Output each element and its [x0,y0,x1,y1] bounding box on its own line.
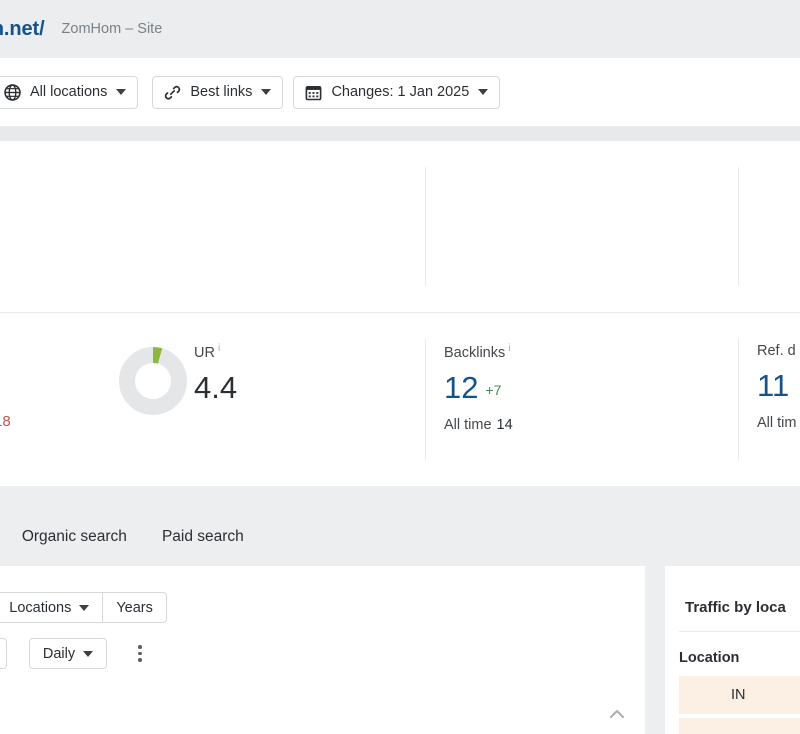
calendar-icon [305,84,322,101]
traffic-by-location-title: Traffic by loca [685,599,786,616]
metrics-row-organic: UR i 4.4 Backlinks i 12 +7 All time 14 Ref. … [0,141,800,433]
changes-date-label: Changes: 1 Jan 2025 [331,84,470,100]
chevron-down-icon [261,89,272,95]
metrics-row-paid: Paid search Traffici 76K+9.1K Value$13.1… [0,312,800,734]
granularity-dropdown[interactable]: Daily [30,639,106,668]
chevron-up-icon[interactable] [605,702,629,726]
metrics-vertical-divider [425,167,426,286]
metrics-vertical-divider [738,167,739,286]
range-all-button[interactable]: All [0,639,6,668]
tab-organic-search[interactable]: Organic search [22,528,127,546]
site-url[interactable]: hom.net/ [0,18,45,41]
site-name-label: ZomHom – Site [61,21,163,37]
years-button[interactable]: Years [103,593,166,622]
all-locations-label: All locations [30,84,108,100]
filter-controls-row: s Locations Years [0,592,167,623]
locations-filter-group: Locations Years [0,592,167,623]
best-links-dropdown[interactable]: Best links [152,75,284,109]
tab-list: file Organic search Paid search [0,528,244,546]
globe-icon [4,83,21,101]
chevron-down-icon [478,89,489,95]
timerange-segmented-control: 5Y All [0,638,7,669]
metrics-card: UR i 4.4 Backlinks i 12 +7 All time 14 Ref. … [0,141,800,734]
traffic-by-location-panel: Traffic by loca Location IN [665,566,800,734]
granularity-group: Daily [28,638,108,669]
more-options-icon[interactable] [129,639,151,669]
app-header: hom.net/ ZomHom – Site [0,0,800,58]
chevron-down-icon [116,89,127,95]
metrics-vertical-divider [425,339,426,460]
table-row[interactable] [679,718,800,734]
chevron-down-icon [79,604,90,611]
table-row[interactable]: IN [679,676,800,714]
panel-gutter [645,566,665,734]
locations-dropdown[interactable]: Locations [0,593,104,622]
metrics-vertical-divider [738,339,739,460]
link-icon [164,84,181,101]
organic-traffic-panel: s Locations Years 5Y All Daily [0,566,645,734]
chevron-down-icon [83,650,94,657]
changes-date-dropdown[interactable]: Changes: 1 Jan 2025 [293,75,501,109]
best-links-label: Best links [190,84,253,100]
section-separator-band [0,126,800,141]
filter-toolbar: All locations Best links Changes: 1 Jan … [0,58,800,126]
panel-divider [679,631,800,632]
tab-strip: file Organic search Paid search [0,486,800,566]
tab-paid-search[interactable]: Paid search [162,528,244,546]
location-column-header: Location [679,650,740,666]
timerange-controls-row: 5Y All Daily [0,638,151,669]
location-code: IN [731,687,746,703]
site-overview-dashboard: hom.net/ ZomHom – Site All locations [0,0,800,734]
all-locations-dropdown[interactable]: All locations [0,75,139,109]
